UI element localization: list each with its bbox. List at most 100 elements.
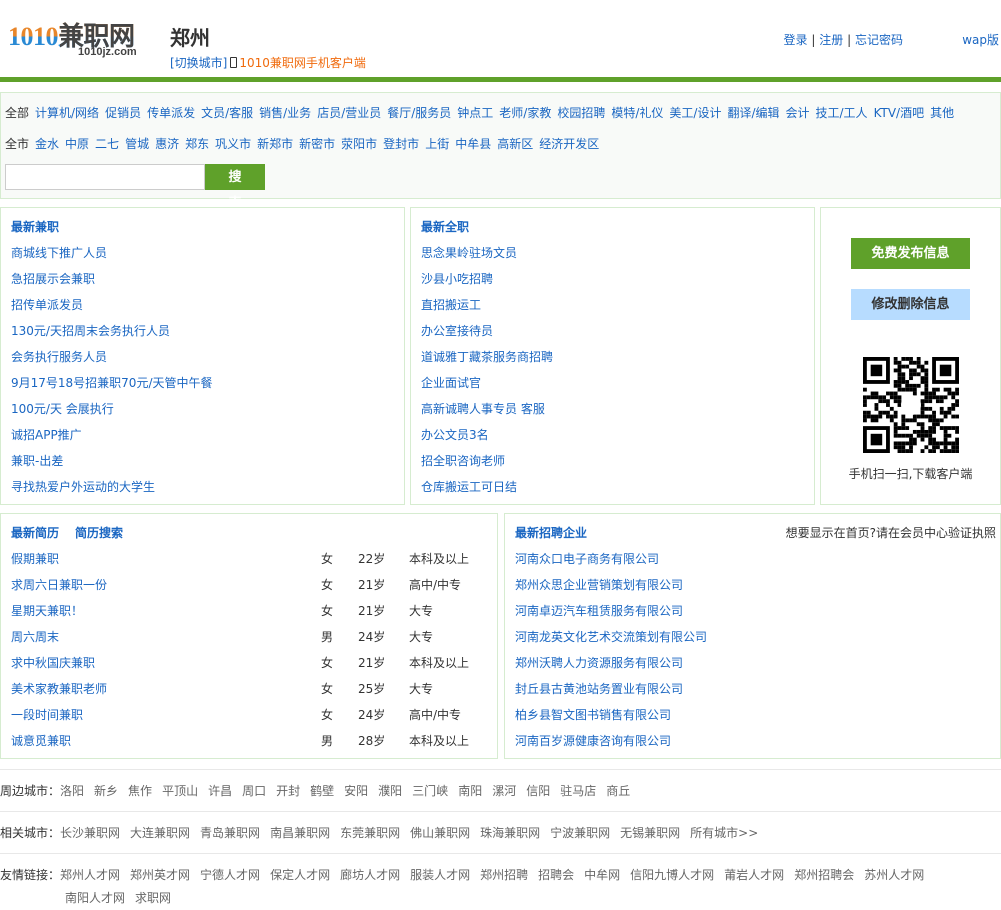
parttime-job-link[interactable]: 9月17号18号招兼职70元/天管中午餐 [11, 376, 213, 390]
category-link[interactable]: 其他 [930, 106, 954, 120]
switch-city-link[interactable]: [切换城市] [170, 56, 227, 70]
nearby-city-link[interactable]: 南阳 [458, 784, 482, 798]
resume-title-link[interactable]: 美术家教兼职老师 [11, 682, 107, 696]
wap-link[interactable]: wap版 [962, 31, 999, 48]
category-link[interactable]: 美工/设计 [669, 106, 721, 120]
category-link[interactable]: 餐厅/服务员 [387, 106, 451, 120]
fulltime-job-link[interactable]: 办公文员3名 [421, 428, 489, 442]
parttime-job-link[interactable]: 商城线下推广人员 [11, 246, 107, 260]
friend-link[interactable]: 莆岩人才网 [724, 868, 784, 882]
area-link[interactable]: 上街 [425, 137, 449, 151]
area-link[interactable]: 中原 [65, 137, 89, 151]
nearby-city-link[interactable]: 三门峡 [412, 784, 448, 798]
area-link[interactable]: 惠济 [155, 137, 179, 151]
friend-link[interactable]: 苏州人才网 [864, 868, 924, 882]
category-link[interactable]: 翻译/编辑 [727, 106, 779, 120]
resume-title-link[interactable]: 诚意觅兼职 [11, 734, 71, 748]
nearby-city-link[interactable]: 开封 [276, 784, 300, 798]
company-link[interactable]: 河南卓迈汽车租赁服务有限公司 [515, 604, 683, 618]
related-city-link[interactable]: 宁波兼职网 [550, 826, 610, 840]
latest-resumes-title[interactable]: 最新简历 [11, 526, 59, 540]
category-link[interactable]: 传单派发 [147, 106, 195, 120]
friend-link[interactable]: 宁德人才网 [200, 868, 260, 882]
category-link[interactable]: 会计 [786, 106, 810, 120]
area-link[interactable]: 二七 [95, 137, 119, 151]
publish-info-button[interactable]: 免费发布信息 [851, 238, 970, 269]
category-link[interactable]: 店员/营业员 [317, 106, 381, 120]
fulltime-job-link[interactable]: 思念果岭驻场文员 [421, 246, 517, 260]
area-link[interactable]: 金水 [35, 137, 59, 151]
area-link[interactable]: 荥阳市 [341, 137, 377, 151]
resume-search-link[interactable]: 简历搜索 [75, 526, 123, 540]
area-link[interactable]: 经济开发区 [539, 137, 599, 151]
category-link[interactable]: 计算机/网络 [35, 106, 99, 120]
friend-link[interactable]: 郑州招聘 [480, 868, 528, 882]
nearby-city-link[interactable]: 商丘 [606, 784, 630, 798]
resume-title-link[interactable]: 周六周末 [11, 630, 59, 644]
mobile-app-link[interactable]: 1010兼职网手机客户端 [239, 56, 366, 70]
edit-info-button[interactable]: 修改删除信息 [851, 289, 970, 320]
login-link[interactable]: 登录 [784, 33, 808, 47]
friend-link[interactable]: 信阳九博人才网 [630, 868, 714, 882]
parttime-job-link[interactable]: 兼职-出差 [11, 454, 63, 468]
search-button[interactable]: 搜 索 [205, 164, 265, 210]
friend-link[interactable]: 郑州招聘会 [794, 868, 854, 882]
resume-title-link[interactable]: 求周六日兼职一份 [11, 578, 107, 592]
company-link[interactable]: 郑州众思企业营销策划有限公司 [515, 578, 683, 592]
nearby-city-link[interactable]: 周口 [242, 784, 266, 798]
area-link[interactable]: 新密市 [299, 137, 335, 151]
fulltime-job-link[interactable]: 高新诚聘人事专员 客服 [421, 402, 545, 416]
related-city-link[interactable]: 东莞兼职网 [340, 826, 400, 840]
area-all[interactable]: 全市 [5, 137, 29, 151]
search-input[interactable] [5, 164, 205, 190]
parttime-job-link[interactable]: 100元/天 会展执行 [11, 402, 114, 416]
nearby-city-link[interactable]: 驻马店 [560, 784, 596, 798]
friend-link[interactable]: 保定人才网 [270, 868, 330, 882]
fulltime-job-link[interactable]: 招全职咨询老师 [421, 454, 505, 468]
category-link[interactable]: 校园招聘 [557, 106, 605, 120]
nearby-city-link[interactable]: 许昌 [208, 784, 232, 798]
category-link[interactable]: 文员/客服 [201, 106, 253, 120]
nearby-city-link[interactable]: 平顶山 [162, 784, 198, 798]
site-logo[interactable]: 1010兼职网 1010jz.com [8, 16, 158, 62]
related-city-link[interactable]: 佛山兼职网 [410, 826, 470, 840]
friend-link[interactable]: 招聘会 [538, 868, 574, 882]
area-link[interactable]: 高新区 [497, 137, 533, 151]
resume-title-link[interactable]: 一段时间兼职 [11, 708, 83, 722]
category-link[interactable]: 钟点工 [457, 106, 493, 120]
nearby-city-link[interactable]: 焦作 [128, 784, 152, 798]
category-link[interactable]: 技工/工人 [816, 106, 868, 120]
related-city-link[interactable]: 南昌兼职网 [270, 826, 330, 840]
area-link[interactable]: 中牟县 [455, 137, 491, 151]
register-link[interactable]: 注册 [819, 33, 843, 47]
resume-title-link[interactable]: 求中秋国庆兼职 [11, 656, 95, 670]
fulltime-job-link[interactable]: 沙县小吃招聘 [421, 272, 493, 286]
area-link[interactable]: 新郑市 [257, 137, 293, 151]
company-link[interactable]: 柏乡县智文图书销售有限公司 [515, 708, 671, 722]
friend-link[interactable]: 郑州人才网 [60, 868, 120, 882]
company-link[interactable]: 封丘县古黄池站务置业有限公司 [515, 682, 683, 696]
area-link[interactable]: 郑东 [185, 137, 209, 151]
related-city-link[interactable]: 青岛兼职网 [200, 826, 260, 840]
nearby-city-link[interactable]: 信阳 [526, 784, 550, 798]
category-link[interactable]: 老师/家教 [499, 106, 551, 120]
friend-link[interactable]: 南阳人才网 [65, 891, 125, 905]
resume-title-link[interactable]: 星期天兼职！ [11, 604, 83, 618]
friend-link[interactable]: 廊坊人才网 [340, 868, 400, 882]
nearby-city-link[interactable]: 新乡 [94, 784, 118, 798]
parttime-job-link[interactable]: 会务执行服务人员 [11, 350, 107, 364]
parttime-job-link[interactable]: 诚招APP推广 [11, 428, 82, 442]
category-link[interactable]: KTV/酒吧 [874, 106, 925, 120]
fulltime-job-link[interactable]: 办公室接待员 [421, 324, 493, 338]
friend-link[interactable]: 郑州英才网 [130, 868, 190, 882]
nearby-city-link[interactable]: 漯河 [492, 784, 516, 798]
parttime-job-link[interactable]: 急招展示会兼职 [11, 272, 95, 286]
resume-title-link[interactable]: 假期兼职 [11, 552, 59, 566]
area-link[interactable]: 登封市 [383, 137, 419, 151]
fulltime-job-link[interactable]: 直招搬运工 [421, 298, 481, 312]
friend-link[interactable]: 求职网 [135, 891, 171, 905]
parttime-job-link[interactable]: 寻找热爱户外运动的大学生 [11, 480, 155, 494]
nearby-city-link[interactable]: 洛阳 [60, 784, 84, 798]
related-city-link[interactable]: 大连兼职网 [130, 826, 190, 840]
parttime-job-link[interactable]: 招传单派发员 [11, 298, 83, 312]
